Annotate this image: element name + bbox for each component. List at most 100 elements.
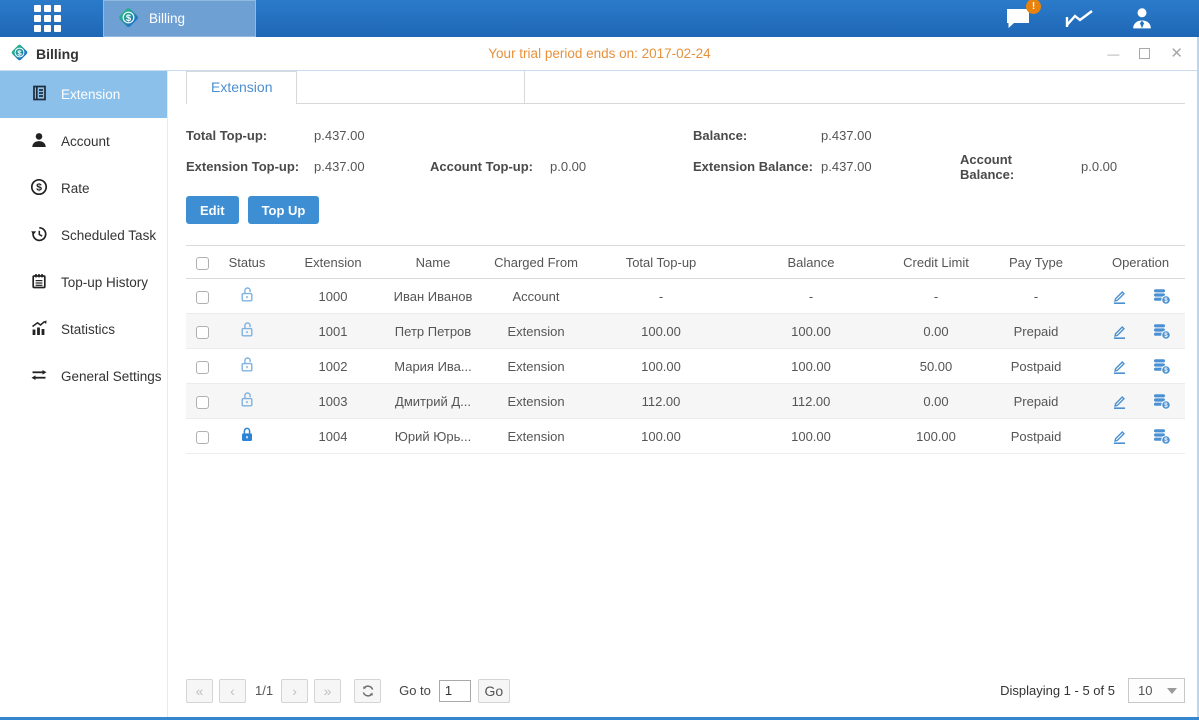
edit-extension-icon[interactable] [1111,358,1128,375]
tab-strip: Extension [186,71,1185,104]
extension-name: Дмитрий Д... [390,384,476,419]
row-checkbox[interactable] [196,396,209,409]
sidebar: Extension Account $ Rate [0,71,168,717]
pay-type: - [976,279,1096,314]
credit-limit: 0.00 [896,384,976,419]
col-total-topup: Total Top-up [596,246,726,279]
app-launcher-icon[interactable] [34,5,61,32]
main-content: Extension Total Top-up: p.437.00 Extensi… [168,71,1199,717]
next-page-button[interactable]: › [281,679,308,703]
extension-number: 1002 [276,349,390,384]
sidebar-item-label: General Settings [61,369,162,384]
credit-limit: - [896,279,976,314]
total-topup: 112.00 [596,384,726,419]
page-indicator: 1/1 [255,683,273,698]
goto-label: Go to [399,683,431,698]
sidebar-item-statistics[interactable]: Statistics [0,306,167,353]
refresh-button[interactable] [354,679,381,703]
rate-dollar-icon: $ [30,178,48,199]
prev-page-button[interactable]: ‹ [219,679,246,703]
total-topup: 100.00 [596,349,726,384]
table-row: 1001Петр ПетровExtension100.00100.000.00… [186,314,1185,349]
table-row: 1000Иван ИвановAccount----$ [186,279,1185,314]
top-up-extension-icon[interactable]: $ [1152,358,1171,375]
top-up-extension-icon[interactable]: $ [1152,393,1171,410]
row-checkbox[interactable] [196,361,209,374]
extension-number: 1000 [276,279,390,314]
row-checkbox[interactable] [196,431,209,444]
sidebar-item-label: Top-up History [61,275,148,290]
page-size-select[interactable]: 10 [1128,678,1185,703]
lock-open-icon [239,291,255,306]
top-app-bar: $ Billing ! [0,0,1199,37]
account-balance-value: p.0.00 [1081,159,1117,174]
row-checkbox[interactable] [196,291,209,304]
account-topup-label: Account Top-up: [430,159,550,174]
last-page-button[interactable]: » [314,679,341,703]
select-all-checkbox[interactable] [196,257,209,270]
notification-badge: ! [1026,0,1041,14]
user-account-icon[interactable] [1127,6,1157,32]
minimize-icon[interactable]: — [1107,48,1119,60]
col-name: Name [390,246,476,279]
balance: 100.00 [726,349,896,384]
tab-extension[interactable]: Extension [186,71,297,104]
svg-text:$: $ [17,48,22,57]
row-checkbox[interactable] [196,326,209,339]
displaying-range-text: Displaying 1 - 5 of 5 [1000,683,1115,698]
col-balance: Balance [726,246,896,279]
maximize-icon[interactable] [1139,48,1150,59]
goto-page-input[interactable] [439,680,471,702]
extension-name: Мария Ива... [390,349,476,384]
top-up-extension-icon[interactable]: $ [1152,428,1171,445]
billing-diamond-icon: $ [117,6,140,32]
credit-limit: 50.00 [896,349,976,384]
col-extension: Extension [276,246,390,279]
sidebar-item-account[interactable]: Account [0,118,167,165]
sidebar-item-label: Extension [61,87,120,102]
sidebar-item-extension[interactable]: Extension [0,71,167,118]
sidebar-item-label: Scheduled Task [61,228,156,243]
extension-balance-value: p.437.00 [821,159,960,174]
billing-app-tab[interactable]: $ Billing [103,0,256,37]
pay-type: Prepaid [976,314,1096,349]
edit-extension-icon[interactable] [1111,288,1128,305]
tab-strip-rest [525,71,1185,104]
account-balance-label: Account Balance: [960,152,1059,182]
svg-text:$: $ [36,182,42,194]
sidebar-item-topup-history[interactable]: Top-up History [0,259,167,306]
edit-button[interactable]: Edit [186,196,239,224]
window-title: Billing [36,46,79,62]
balance: 100.00 [726,314,896,349]
extension-number: 1004 [276,419,390,454]
edit-extension-icon[interactable] [1111,393,1128,410]
sidebar-item-scheduled-task[interactable]: Scheduled Task [0,212,167,259]
pagination-bar: « ‹ 1/1 › » Go to Go Displaying 1 - 5 of… [186,678,1185,703]
table-row: 1004Юрий Юрь...Extension100.00100.00100.… [186,419,1185,454]
total-topup: - [596,279,726,314]
first-page-button[interactable]: « [186,679,213,703]
edit-extension-icon[interactable] [1111,428,1128,445]
top-up-extension-icon[interactable]: $ [1152,288,1171,305]
billing-diamond-icon: $ [10,43,29,65]
edit-extension-icon[interactable] [1111,323,1128,340]
table-row: 1002Мария Ива...Extension100.00100.0050.… [186,349,1185,384]
close-icon[interactable]: ✕ [1170,46,1183,61]
credit-limit: 0.00 [896,314,976,349]
tab-strip-spacer [297,71,525,104]
svg-text:$: $ [126,11,132,22]
go-button[interactable]: Go [478,679,510,703]
sidebar-item-general-settings[interactable]: General Settings [0,353,167,400]
svg-text:$: $ [1164,332,1168,339]
top-up-extension-icon[interactable]: $ [1152,323,1171,340]
top-up-button[interactable]: Top Up [248,196,320,224]
messages-icon[interactable]: ! [1003,6,1033,32]
total-topup: 100.00 [596,419,726,454]
summary-panel: Total Top-up: p.437.00 Extension Top-up:… [186,120,1185,182]
account-person-icon [30,131,48,152]
balance: - [726,279,896,314]
window-title-bar: Your trial period ends on: 2017-02-24 $ … [0,37,1199,71]
balance-value: p.437.00 [821,128,872,143]
sidebar-item-rate[interactable]: $ Rate [0,165,167,212]
resource-monitor-icon[interactable] [1065,6,1095,32]
